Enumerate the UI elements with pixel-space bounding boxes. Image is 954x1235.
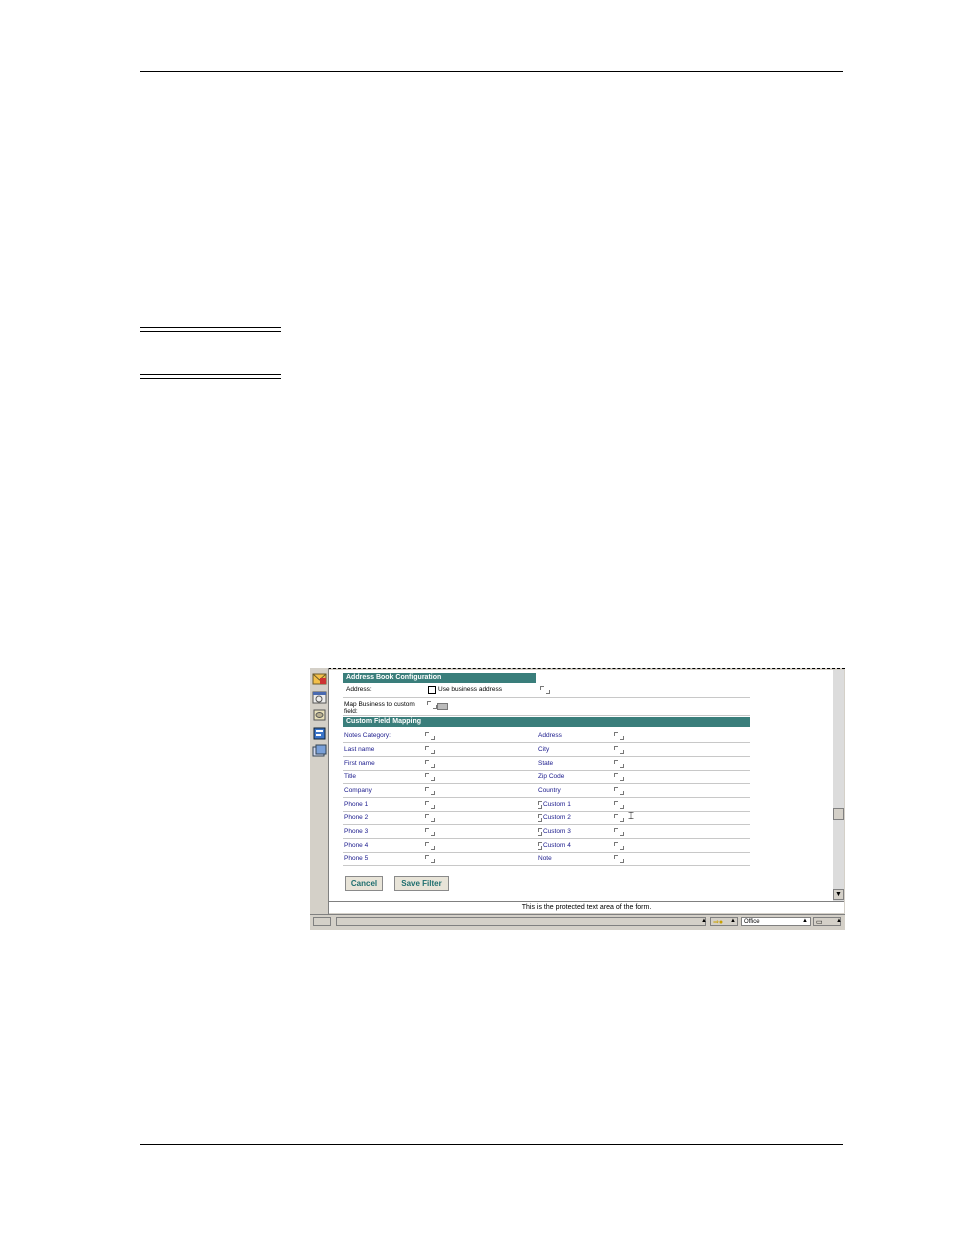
mapping-right-field[interactable] — [614, 814, 624, 822]
bookmark-bar — [310, 668, 329, 916]
save-filter-button[interactable]: Save Filter — [394, 876, 449, 891]
row-divider — [343, 742, 750, 743]
status-left-box[interactable] — [313, 917, 331, 926]
mapping-left-field[interactable] — [425, 828, 435, 836]
mapping-right-field[interactable] — [614, 746, 624, 754]
note-rule-top-1 — [140, 327, 281, 328]
mapping-left-field[interactable] — [425, 855, 435, 863]
replica-icon[interactable] — [312, 744, 327, 758]
mapping-left-label: Last name — [344, 746, 375, 753]
form-canvas: Address Book Configuration Address: Use … — [329, 670, 833, 901]
use-business-checkbox[interactable] — [428, 686, 436, 694]
footer-rule — [140, 1144, 843, 1145]
mapping-right-label: Custom 1 — [543, 801, 571, 808]
row-divider — [343, 852, 750, 853]
header-rule — [140, 71, 843, 72]
location-arrow-icon[interactable]: ▲ — [802, 918, 808, 924]
mapping-right-label: Custom 2 — [543, 814, 571, 821]
status-arrow-icon[interactable]: ▲ — [701, 918, 707, 924]
inbox-icon: ▭ — [816, 919, 823, 926]
mapping-right-label: Zip Code — [538, 773, 565, 780]
mapping-left-field[interactable] — [425, 732, 435, 740]
mapping-left-label: Phone 5 — [344, 855, 369, 862]
mapping-right-field[interactable] — [614, 828, 624, 836]
row-divider — [343, 715, 750, 716]
status-bar: ▲ ⇒● ▲ Office ▲ ▭ ▲ — [310, 914, 845, 929]
scroll-thumb[interactable] — [833, 808, 844, 820]
mapping-right-marker[interactable] — [538, 801, 542, 809]
mapping-right-label: City — [538, 746, 550, 753]
mapping-right-label: Custom 4 — [543, 842, 571, 849]
row-divider — [343, 811, 750, 812]
mapping-left-label: Company — [344, 787, 372, 794]
row-divider — [343, 697, 750, 698]
address-book-icon[interactable] — [312, 726, 327, 740]
key-icon: ⇒● — [713, 919, 724, 926]
status-message-box[interactable] — [336, 917, 706, 926]
address-book-header: Address Book Configuration — [343, 673, 536, 683]
row-divider — [343, 770, 750, 771]
mapping-right-label: Address — [538, 732, 562, 739]
row-divider — [343, 824, 750, 825]
database-icon[interactable] — [312, 708, 327, 722]
row-divider — [343, 838, 750, 839]
mapping-right-field[interactable] — [614, 773, 624, 781]
mapping-left-label: Notes Category: — [344, 732, 391, 739]
mapping-left-label: Phone 2 — [344, 814, 369, 821]
mail-arrow-icon[interactable]: ▲ — [836, 918, 842, 924]
map-business-field[interactable] — [427, 701, 437, 709]
page-break-line — [328, 668, 845, 669]
calendar-icon[interactable] — [312, 690, 327, 704]
mapping-left-field[interactable] — [425, 760, 435, 768]
mapping-right-label: Custom 3 — [543, 828, 571, 835]
mapping-left-label: First name — [344, 760, 375, 767]
status-arrow-icon[interactable]: ▲ — [730, 918, 736, 924]
mapping-right-label: State — [538, 760, 554, 767]
mapping-right-marker[interactable] — [538, 842, 542, 850]
mapping-left-field[interactable] — [425, 773, 435, 781]
cancel-button[interactable]: Cancel — [345, 876, 383, 891]
mapping-right-marker[interactable] — [538, 828, 542, 836]
mapping-left-label: Phone 1 — [344, 801, 369, 808]
dropdown-helper-icon[interactable] — [437, 703, 448, 710]
mapping-right-field[interactable] — [614, 855, 624, 863]
mapping-right-field[interactable] — [614, 842, 624, 850]
vertical-scrollbar[interactable]: ▼ — [833, 670, 844, 901]
mapping-right-label: Country — [538, 787, 561, 794]
mapping-left-label: Title — [344, 773, 357, 780]
note-rule-bottom-1 — [140, 374, 281, 375]
text-cursor-icon: ⌶ — [628, 811, 634, 822]
use-business-label: Use business address — [438, 686, 502, 693]
mapping-left-field[interactable] — [425, 842, 435, 850]
mapping-left-label: Phone 4 — [344, 842, 369, 849]
mail-icon[interactable] — [312, 672, 327, 686]
row-divider — [343, 797, 750, 798]
note-rule-bottom-2 — [140, 378, 281, 379]
mapping-right-field[interactable] — [614, 760, 624, 768]
address-field[interactable] — [540, 686, 550, 694]
row-divider — [343, 756, 750, 757]
mapping-right-field[interactable] — [614, 787, 624, 795]
note-rule-top-2 — [140, 331, 281, 332]
mapping-left-field[interactable] — [425, 801, 435, 809]
mapping-left-field[interactable] — [425, 746, 435, 754]
notes-form-screenshot: Address Book Configuration Address: Use … — [310, 668, 845, 930]
mapping-left-field[interactable] — [425, 787, 435, 795]
mapping-right-label: Note — [538, 855, 552, 862]
address-label: Address: — [346, 686, 372, 693]
mapping-right-field[interactable] — [614, 732, 624, 740]
scroll-down-icon[interactable]: ▼ — [833, 889, 844, 900]
mapping-right-marker[interactable] — [538, 814, 542, 822]
row-divider — [343, 865, 750, 866]
custom-mapping-header: Custom Field Mapping — [343, 717, 750, 727]
mapping-right-field[interactable] — [614, 801, 624, 809]
protected-text-area: This is the protected text area of the f… — [329, 901, 844, 913]
mapping-left-field[interactable] — [425, 814, 435, 822]
row-divider — [343, 783, 750, 784]
mapping-left-label: Phone 3 — [344, 828, 369, 835]
location-select[interactable]: Office — [741, 917, 811, 926]
